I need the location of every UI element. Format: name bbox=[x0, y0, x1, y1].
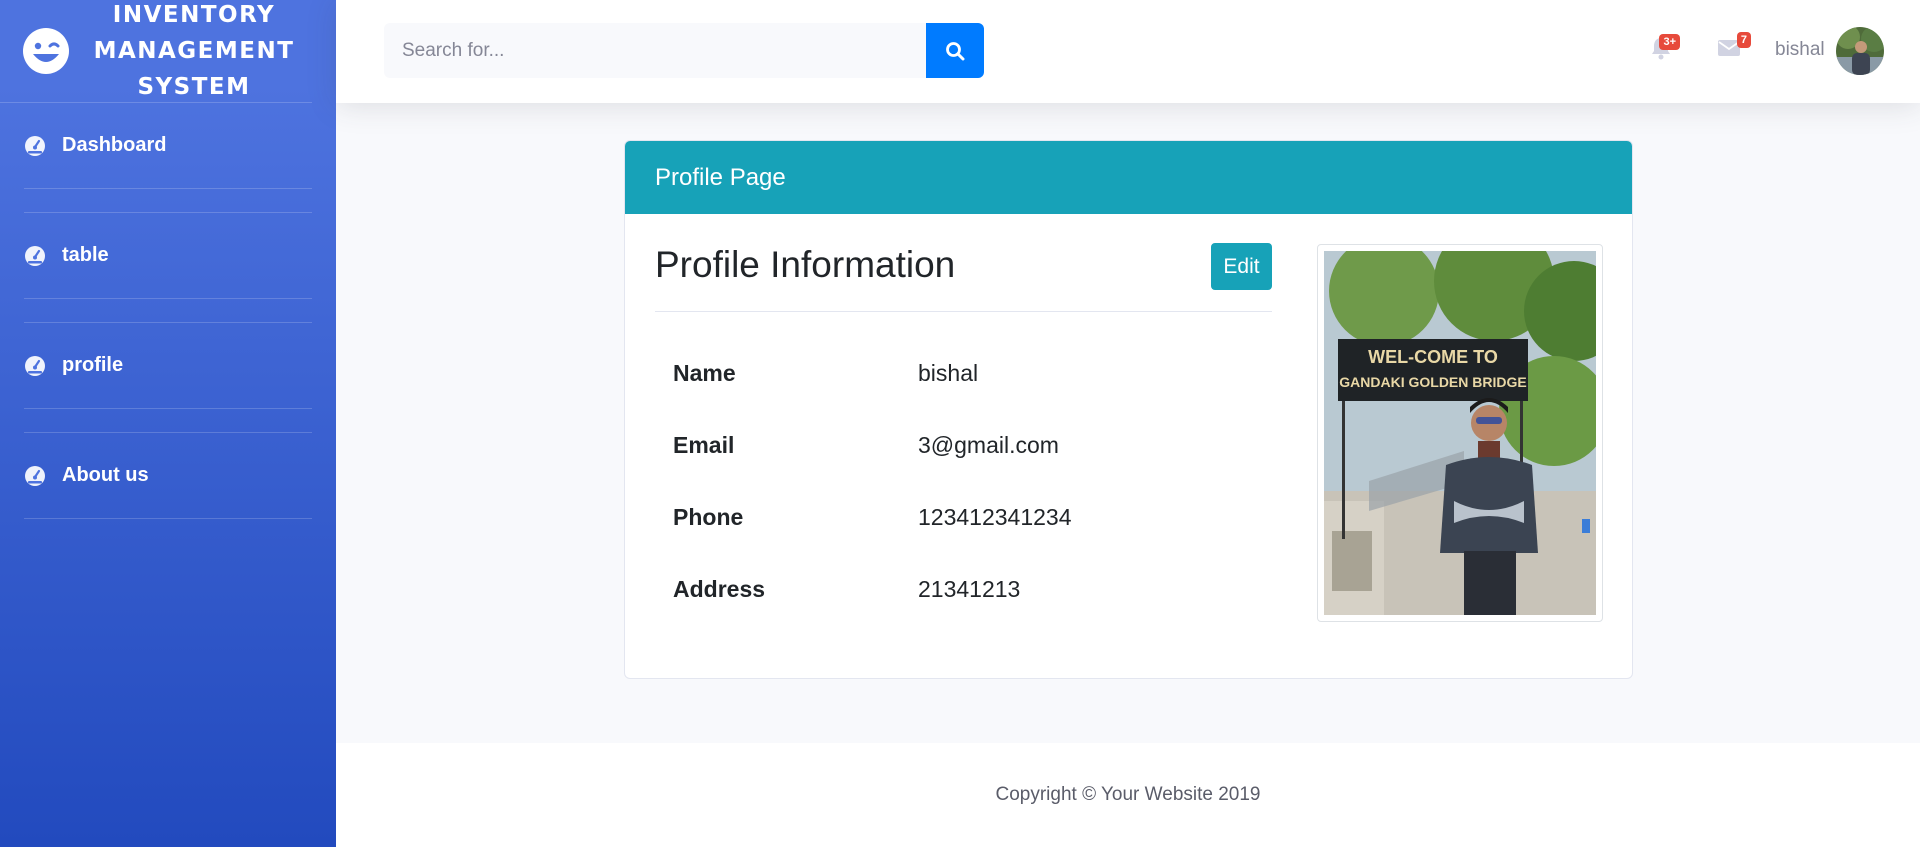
avatar[interactable] bbox=[1836, 27, 1884, 75]
sidebar-brand[interactable]: INVENTORY MANAGEMENT SYSTEM bbox=[0, 0, 312, 103]
brand-title: INVENTORY MANAGEMENT SYSTEM bbox=[93, 2, 295, 100]
field-value-address: 21341213 bbox=[918, 576, 1021, 602]
field-value-phone: 123412341234 bbox=[918, 504, 1072, 530]
sidebar-link-profile[interactable]: profile bbox=[24, 323, 312, 408]
tachometer-icon bbox=[25, 355, 45, 376]
field-label-name: Name bbox=[673, 360, 736, 386]
profile-card: Profile Page Profile Information Edit Na… bbox=[624, 140, 1633, 679]
sidebar-item-label: profile bbox=[62, 354, 124, 376]
sidebar: INVENTORY MANAGEMENT SYSTEM Dashboard ta… bbox=[0, 0, 336, 847]
sidebar-link-dashboard[interactable]: Dashboard bbox=[24, 103, 312, 188]
sidebar-item-profile[interactable]: profile bbox=[24, 323, 312, 409]
avatar-image bbox=[1836, 27, 1884, 75]
sidebar-item-label: About us bbox=[62, 464, 149, 486]
tachometer-icon bbox=[25, 135, 45, 156]
field-label-email: Email bbox=[673, 432, 735, 458]
sidebar-item-dashboard[interactable]: Dashboard bbox=[24, 103, 312, 189]
laugh-wink-icon bbox=[23, 28, 69, 74]
field-label-phone: Phone bbox=[673, 504, 744, 530]
user-name[interactable]: bishal bbox=[1775, 39, 1825, 61]
field-label-address: Address bbox=[673, 576, 766, 602]
photo-sign-line1: WEL-COME TO bbox=[1368, 347, 1498, 367]
messages-dropdown[interactable]: 7 bbox=[1717, 32, 1751, 63]
search-icon bbox=[946, 41, 965, 60]
copyright-text: Copyright © Your Website 2019 bbox=[995, 784, 1261, 805]
sidebar-divider bbox=[24, 409, 312, 433]
footer: Copyright © Your Website 2019 bbox=[336, 743, 1920, 847]
search-input[interactable] bbox=[384, 23, 926, 78]
sidebar-item-table[interactable]: table bbox=[24, 213, 312, 299]
field-value-email: 3@gmail.com bbox=[918, 432, 1059, 458]
tachometer-icon bbox=[25, 245, 45, 266]
divider bbox=[655, 311, 1272, 312]
sidebar-divider bbox=[24, 299, 312, 323]
alerts-badge: 3+ bbox=[1659, 34, 1680, 50]
search-form bbox=[384, 23, 984, 78]
sidebar-nav: Dashboard table profile About us bbox=[0, 103, 336, 519]
tachometer-icon bbox=[25, 465, 45, 486]
sidebar-divider bbox=[24, 189, 312, 213]
field-value-name: bishal bbox=[918, 360, 979, 386]
sidebar-item-label: Dashboard bbox=[62, 134, 167, 156]
messages-badge: 7 bbox=[1736, 32, 1751, 48]
sidebar-link-table[interactable]: table bbox=[24, 213, 312, 298]
edit-button[interactable]: Edit bbox=[1211, 243, 1272, 290]
topbar: 3+ 7 bishal bbox=[336, 0, 1920, 103]
profile-photo-frame: WEL-COME TO GANDAKI GOLDEN BRIDGE bbox=[1317, 244, 1603, 622]
sidebar-item-label: table bbox=[62, 244, 109, 266]
page-title: Profile Information bbox=[655, 244, 956, 285]
alerts-dropdown[interactable]: 3+ bbox=[1650, 34, 1680, 65]
photo-sign-line2: GANDAKI GOLDEN BRIDGE bbox=[1339, 374, 1526, 390]
sidebar-link-about[interactable]: About us bbox=[24, 433, 312, 518]
search-button[interactable] bbox=[926, 23, 984, 78]
card-header: Profile Page bbox=[625, 141, 1632, 214]
sidebar-item-about[interactable]: About us bbox=[24, 433, 312, 519]
profile-photo: WEL-COME TO GANDAKI GOLDEN BRIDGE bbox=[1324, 251, 1596, 615]
